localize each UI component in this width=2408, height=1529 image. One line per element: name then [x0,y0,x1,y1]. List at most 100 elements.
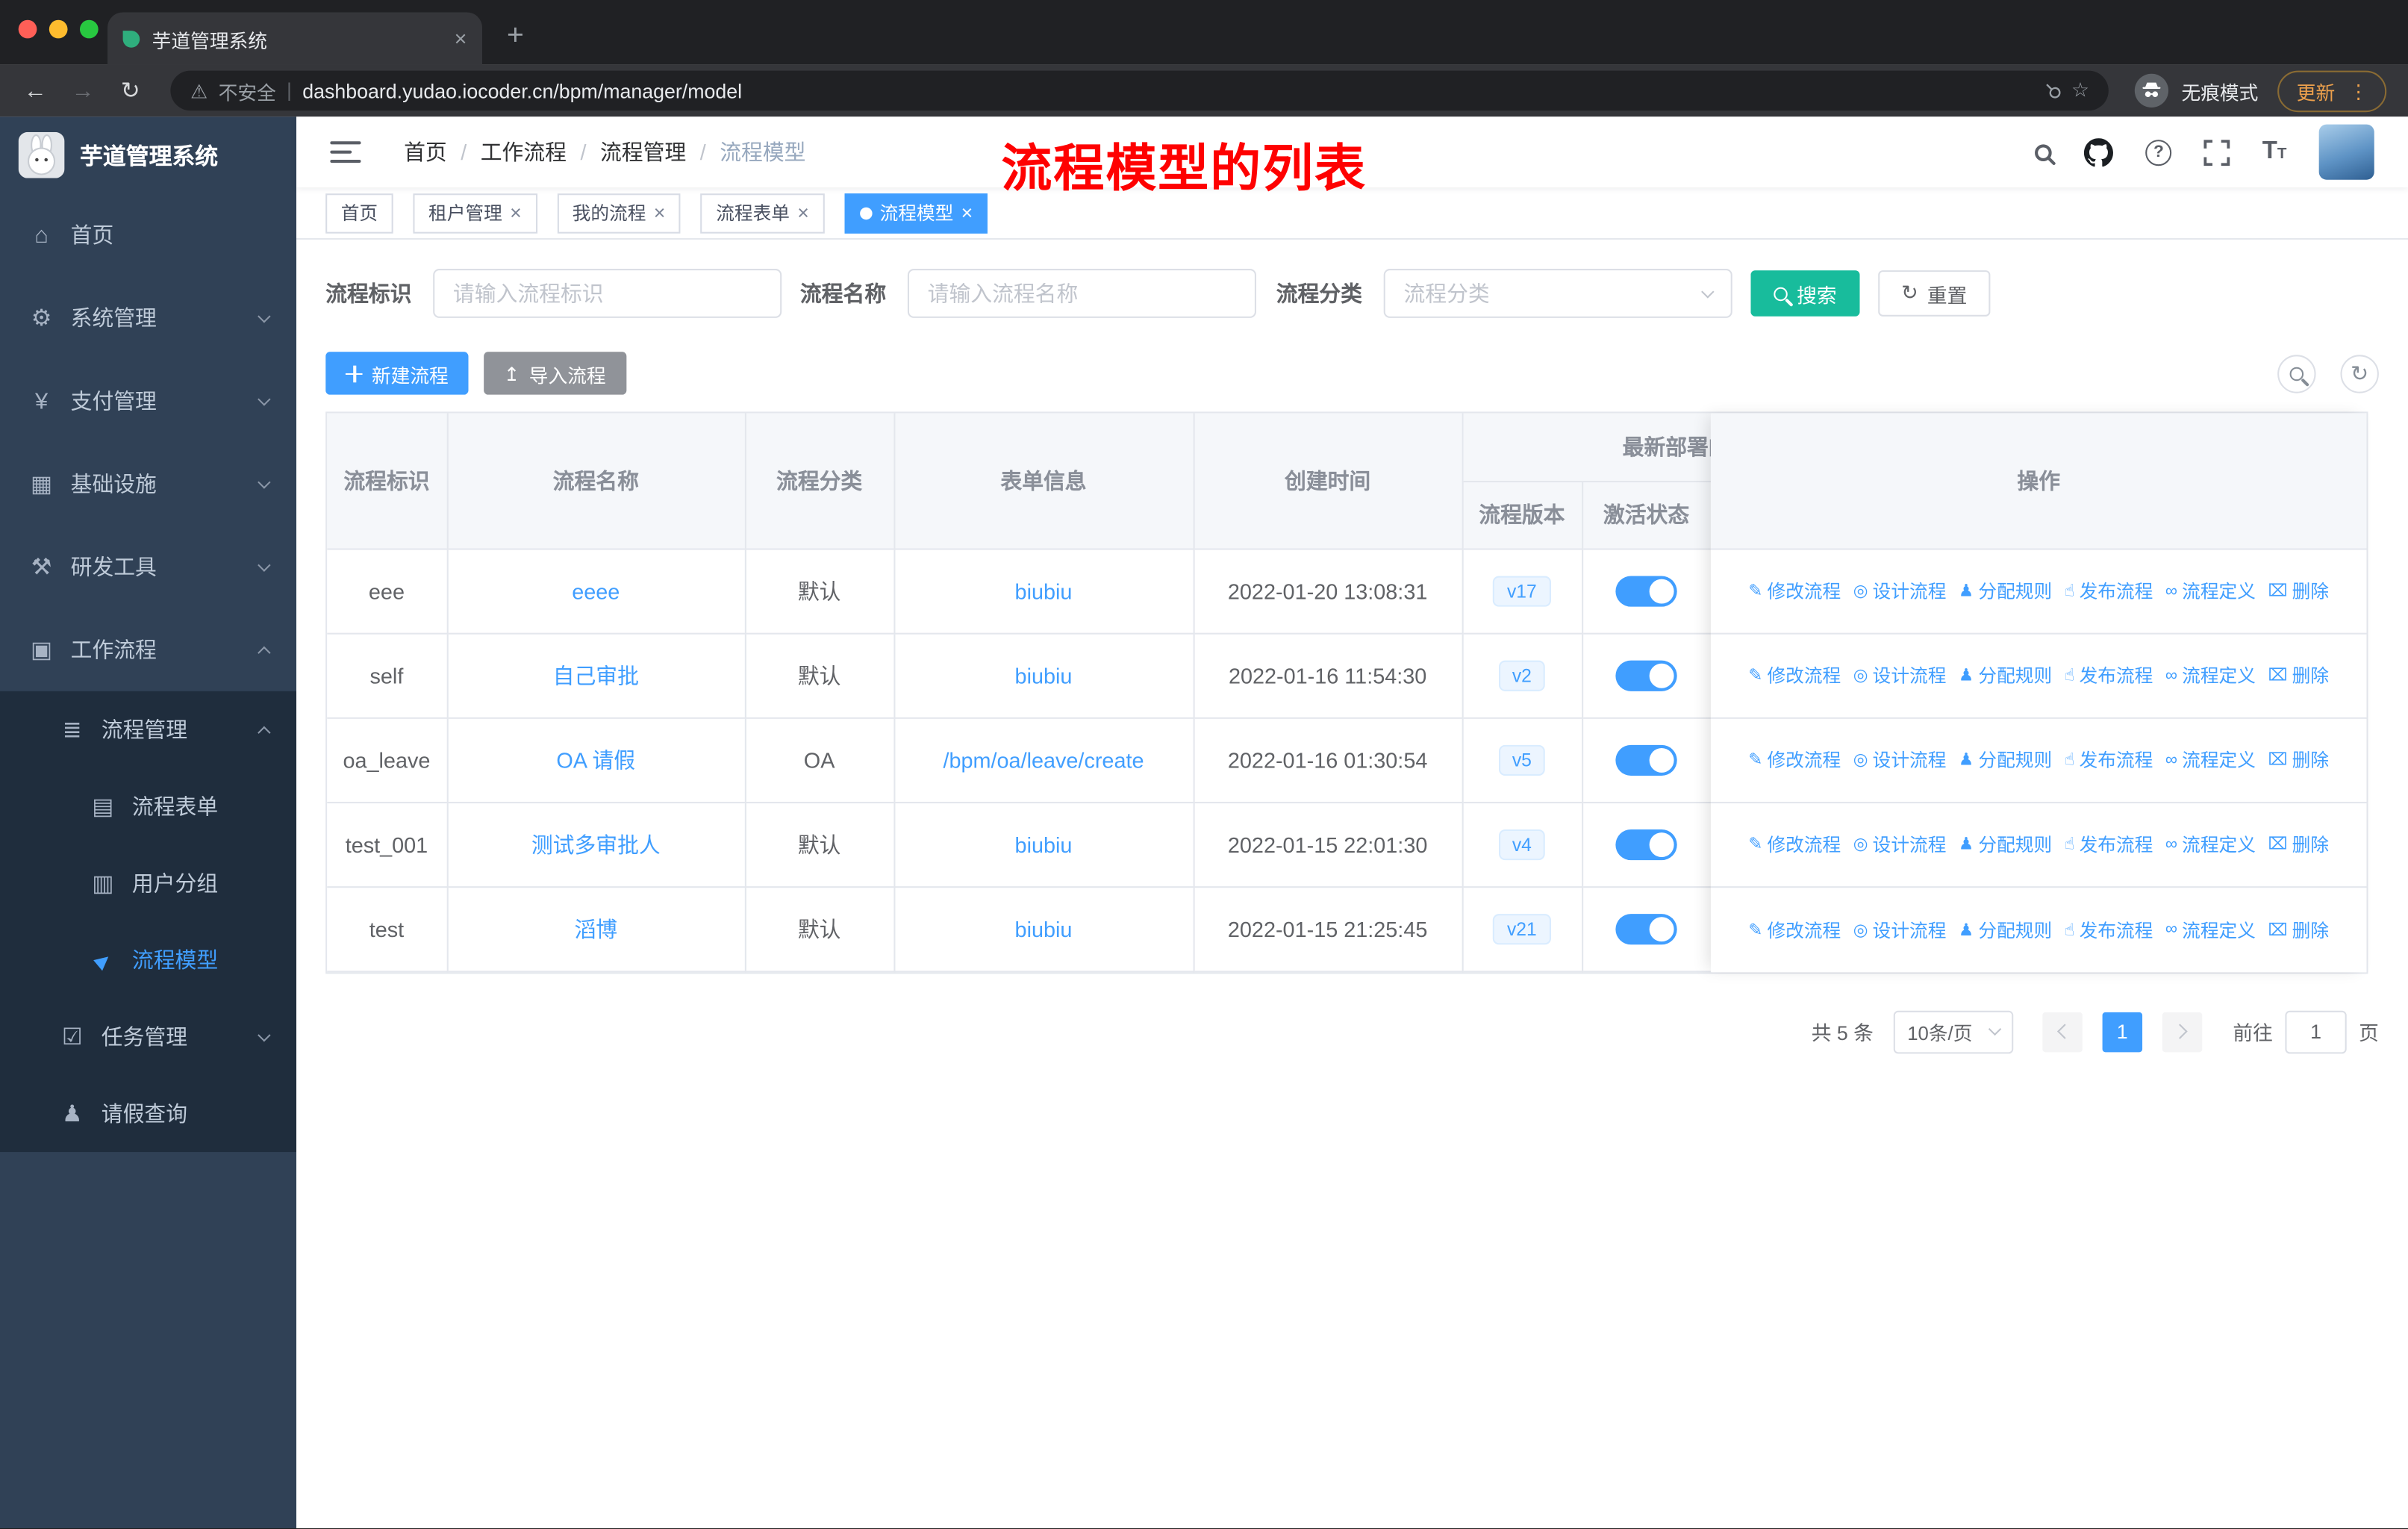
bookmark-star-icon[interactable]: ☆ [2071,78,2089,103]
password-key-icon[interactable]: ⚲ [2039,77,2068,105]
breadcrumb-workflow[interactable]: 工作流程 [481,137,567,167]
activation-toggle[interactable] [1615,659,1677,691]
goto-page-input[interactable] [2285,1009,2347,1053]
delete-process-link[interactable]: ⌧ 删除 [2268,831,2329,857]
page-size-select[interactable]: 10条/页 [1893,1009,2014,1053]
sidebar-item-process-model[interactable]: ► 流程模型 [0,921,296,998]
user-avatar[interactable] [2318,124,2374,180]
font-size-icon[interactable]: TT [2262,138,2287,166]
process-name-input[interactable] [907,269,1256,318]
form-info-link[interactable]: /bpm/oa/leave/create [943,747,1144,772]
breadcrumb-process-mgmt[interactable]: 流程管理 [600,137,686,167]
reload-button[interactable]: ↻ [116,77,144,105]
delete-process-link[interactable]: ⌧ 删除 [2268,662,2329,688]
design-process-link[interactable]: ◎ 设计流程 [1853,916,1947,942]
tag-close-icon[interactable]: × [961,202,973,225]
process-definition-link[interactable]: ∞ 流程定义 [2165,578,2256,604]
show-search-button[interactable] [2277,354,2316,393]
publish-process-link[interactable]: ☝ 发布流程 [2065,747,2153,773]
design-process-link[interactable]: ◎ 设计流程 [1853,578,1947,604]
process-id-input[interactable] [433,269,782,318]
fullscreen-icon[interactable] [2203,139,2230,166]
delete-process-link[interactable]: ⌧ 删除 [2268,578,2329,604]
assign-rule-link[interactable]: ♟ 分配规则 [1959,831,2052,857]
browser-tab[interactable]: 芋道管理系统 × [107,12,483,65]
browser-menu-dots-icon[interactable]: ⋮ [2349,79,2368,102]
delete-process-link[interactable]: ⌧ 删除 [2268,916,2329,942]
process-name-link[interactable]: 测试多审批人 [531,832,661,856]
process-definition-link[interactable]: ∞ 流程定义 [2165,916,2256,942]
security-label[interactable]: 不安全 [219,76,276,105]
tag-my-process[interactable]: 我的流程 × [557,193,681,233]
form-info-link[interactable]: biubiu [1015,916,1073,941]
sidebar-item-payment[interactable]: ¥ 支付管理 [0,359,296,442]
process-name-link[interactable]: 自己审批 [553,663,639,688]
tag-tenant[interactable]: 租户管理 × [413,193,537,233]
tag-process-form[interactable]: 流程表单 × [700,193,825,233]
refresh-button[interactable]: ↻ [2340,354,2379,393]
process-name-link[interactable]: 滔博 [574,916,617,941]
edit-process-link[interactable]: ✎ 修改流程 [1748,578,1841,604]
tag-process-model[interactable]: 流程模型 × [844,193,988,233]
process-category-select[interactable]: 流程分类 [1383,269,1732,318]
hamburger-icon[interactable] [330,140,361,164]
new-tab-button[interactable]: + [507,20,524,54]
edit-process-link[interactable]: ✎ 修改流程 [1748,662,1841,688]
sidebar-item-home[interactable]: ⌂ 首页 [0,193,296,276]
forward-button[interactable]: → [69,78,97,104]
back-button[interactable]: ← [22,78,49,104]
assign-rule-link[interactable]: ♟ 分配规则 [1959,662,2052,688]
design-process-link[interactable]: ◎ 设计流程 [1853,662,1947,688]
process-definition-link[interactable]: ∞ 流程定义 [2165,747,2256,773]
publish-process-link[interactable]: ☝ 发布流程 [2065,916,2153,942]
form-info-link[interactable]: biubiu [1015,579,1073,603]
process-name-link[interactable]: OA 请假 [556,747,635,772]
form-info-link[interactable]: biubiu [1015,832,1073,856]
sidebar-item-devtools[interactable]: ⚒ 研发工具 [0,526,296,608]
activation-toggle[interactable] [1615,828,1677,860]
publish-process-link[interactable]: ☝ 发布流程 [2065,662,2153,688]
reset-button[interactable]: ↻ 重置 [1878,270,1991,317]
tag-close-icon[interactable]: × [797,202,809,225]
publish-process-link[interactable]: ☝ 发布流程 [2065,578,2153,604]
assign-rule-link[interactable]: ♟ 分配规则 [1959,747,2052,773]
search-button[interactable]: 搜索 [1750,270,1860,317]
assign-rule-link[interactable]: ♟ 分配规则 [1959,578,2052,604]
design-process-link[interactable]: ◎ 设计流程 [1853,831,1947,857]
sidebar-item-process-mgmt[interactable]: ≣ 流程管理 [0,691,296,768]
design-process-link[interactable]: ◎ 设计流程 [1853,747,1947,773]
form-info-link[interactable]: biubiu [1015,663,1073,688]
tag-close-icon[interactable]: × [510,202,522,225]
next-page-button[interactable] [2162,1011,2203,1052]
activation-toggle[interactable] [1615,913,1677,944]
edit-process-link[interactable]: ✎ 修改流程 [1748,916,1841,942]
delete-process-link[interactable]: ⌧ 删除 [2268,747,2329,773]
breadcrumb-home[interactable]: 首页 [404,137,447,167]
sidebar-item-infra[interactable]: ▦ 基础设施 [0,443,296,526]
tab-close-icon[interactable]: × [455,26,467,51]
publish-process-link[interactable]: ☝ 发布流程 [2065,831,2153,857]
process-name-link[interactable]: eeee [572,579,620,603]
create-process-button[interactable]: 新建流程 [325,352,469,395]
sidebar-item-system[interactable]: ⚙ 系统管理 [0,276,296,359]
tag-close-icon[interactable]: × [654,202,666,225]
import-process-button[interactable]: ↥ 导入流程 [484,352,626,395]
prev-page-button[interactable] [2042,1011,2083,1052]
zoom-window-button[interactable] [79,19,99,39]
sidebar-item-task-mgmt[interactable]: ☑ 任务管理 [0,998,296,1075]
address-bar[interactable]: ⚠ 不安全 | dashboard.yudao.iocoder.cn/bpm/m… [170,70,2109,111]
edit-process-link[interactable]: ✎ 修改流程 [1748,831,1841,857]
url-text[interactable]: dashboard.yudao.iocoder.cn/bpm/manager/m… [302,79,2035,102]
search-icon[interactable] [2035,143,2052,161]
page-1-button[interactable]: 1 [2102,1011,2143,1052]
assign-rule-link[interactable]: ♟ 分配规则 [1959,916,2052,942]
minimize-window-button[interactable] [49,19,68,39]
sidebar-item-leave-query[interactable]: ♟ 请假查询 [0,1075,296,1152]
help-icon[interactable]: ? [2145,139,2172,166]
tag-home[interactable]: 首页 [325,193,393,233]
browser-update-button[interactable]: 更新 ⋮ [2278,69,2387,112]
process-definition-link[interactable]: ∞ 流程定义 [2165,831,2256,857]
close-window-button[interactable] [18,19,37,39]
process-definition-link[interactable]: ∞ 流程定义 [2165,662,2256,688]
activation-toggle[interactable] [1615,744,1677,775]
